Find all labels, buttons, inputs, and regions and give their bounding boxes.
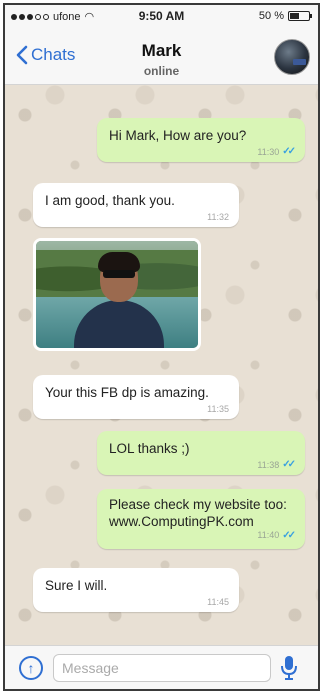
message-bubble[interactable]: Your this FB dp is amazing. 11:35 bbox=[33, 375, 239, 419]
message-list[interactable]: Hi Mark, How are you? 11:30 ✓✓ I am good… bbox=[5, 85, 318, 645]
message-bubble[interactable]: Hi Mark, How are you? 11:30 ✓✓ bbox=[97, 118, 305, 162]
phone-frame: ufone ◠ 9:50 AM 50 % Chats Mark online H… bbox=[3, 3, 320, 691]
message-text: LOL thanks ;) bbox=[109, 441, 190, 456]
contact-name[interactable]: Mark bbox=[5, 41, 318, 61]
message-time: 11:30 bbox=[257, 146, 280, 157]
read-receipt-icon: ✓✓ bbox=[282, 530, 296, 541]
battery-icon bbox=[288, 11, 312, 21]
message-bubble[interactable]: Sure I will. 11:45 bbox=[33, 568, 239, 612]
battery-status: 50 % bbox=[258, 10, 312, 22]
shared-photo[interactable] bbox=[33, 238, 201, 351]
message-text: Hi Mark, How are you? bbox=[109, 128, 247, 143]
upload-icon[interactable]: ↑ bbox=[19, 656, 43, 680]
message-time: 11:35 bbox=[207, 404, 229, 414]
contact-status: online bbox=[143, 64, 180, 78]
battery-percent: 50 % bbox=[258, 10, 284, 22]
microphone-icon[interactable] bbox=[278, 654, 300, 682]
message-time: 11:40 bbox=[257, 530, 280, 540]
chat-header: Chats Mark online bbox=[5, 29, 318, 85]
read-receipt-icon: ✓✓ bbox=[282, 146, 296, 157]
message-bubble[interactable]: Please check my website too: www.Computi… bbox=[97, 489, 305, 549]
message-text: I am good, thank you. bbox=[45, 193, 175, 208]
message-bubble[interactable]: I am good, thank you. 11:32 bbox=[33, 183, 239, 227]
message-time: 11:38 bbox=[257, 459, 280, 470]
message-text: Please check my website too: www.Computi… bbox=[109, 497, 287, 529]
message-text: Sure I will. bbox=[45, 578, 108, 593]
status-bar: ufone ◠ 9:50 AM 50 % bbox=[5, 5, 318, 29]
message-time: 11:32 bbox=[207, 212, 229, 222]
read-receipt-icon: ✓✓ bbox=[282, 459, 296, 470]
message-text: Your this FB dp is amazing. bbox=[45, 385, 209, 400]
message-composer: ↑ bbox=[5, 645, 318, 689]
contact-avatar[interactable] bbox=[274, 39, 310, 75]
message-bubble[interactable]: LOL thanks ;) 11:38 ✓✓ bbox=[97, 431, 305, 475]
message-time: 11:45 bbox=[207, 597, 229, 607]
message-input[interactable] bbox=[53, 654, 271, 682]
